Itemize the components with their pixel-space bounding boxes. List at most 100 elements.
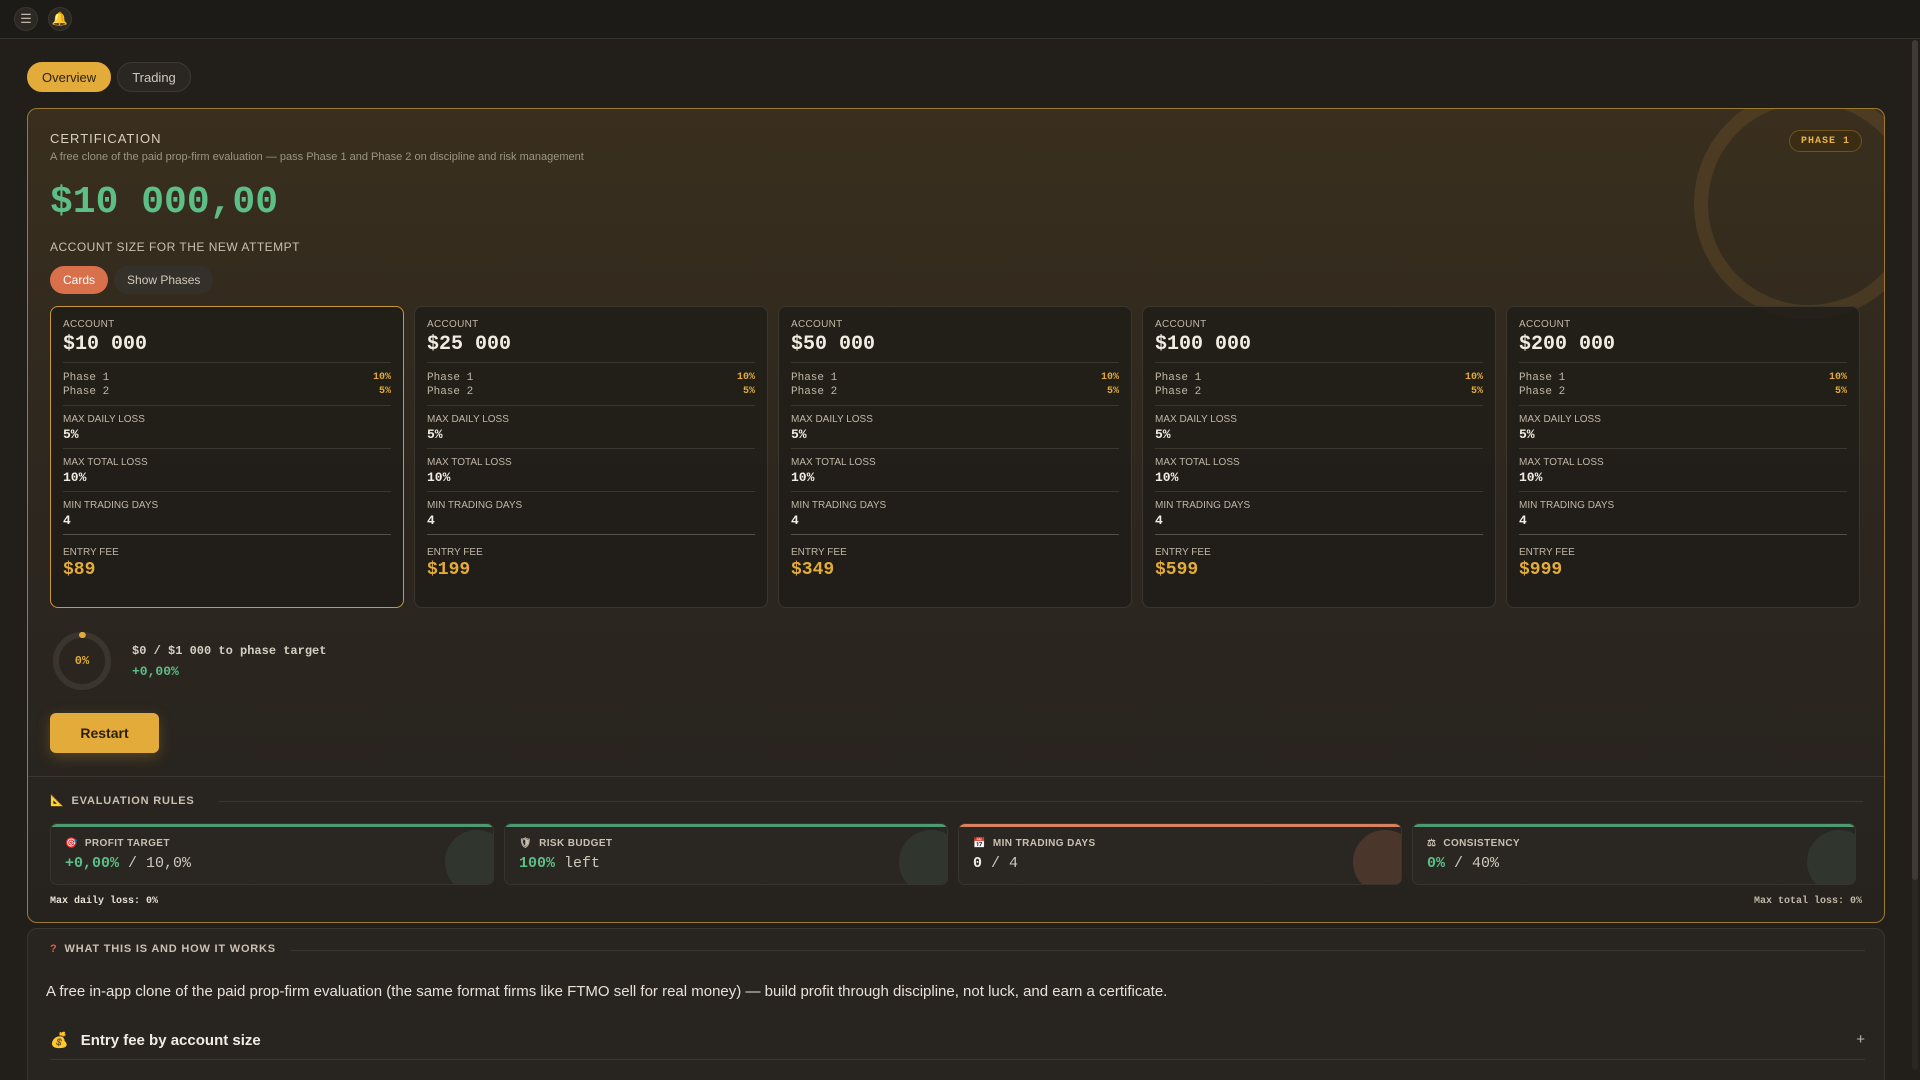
fee-label: ENTRY FEE — [791, 547, 847, 558]
ruler-icon: 📐 — [50, 795, 65, 807]
fee-label: ENTRY FEE — [63, 547, 119, 558]
card-entry-fee: ENTRY FEE $349 — [791, 535, 1119, 580]
rule-title-text: PROFIT TARGET — [84, 838, 170, 849]
stat-label: MAX DAILY LOSS — [1155, 414, 1237, 425]
rule-title-text: RISK BUDGET — [539, 838, 613, 849]
phase1-label: Phase 1 — [791, 372, 838, 384]
fee-value: $999 — [1519, 560, 1563, 580]
card-account-size: $10 000 — [63, 333, 391, 363]
stat-label: MIN TRADING DAYS — [63, 500, 159, 511]
menu-icon[interactable]: ☰ — [14, 7, 38, 31]
phase2-label: Phase 2 — [427, 386, 474, 398]
phase2-target: 5% — [742, 386, 755, 397]
account-card[interactable]: ACCOUNT $200 000 Phase 1 10% Phase 2 5% MAX DA… — [1506, 306, 1860, 608]
rule-status-bar — [51, 824, 493, 827]
top-bar: ☰ 🔔 — [0, 0, 1920, 39]
rule-current: 0 — [973, 855, 983, 872]
toggle-show-phases[interactable]: Show Phases — [114, 266, 214, 294]
how-it-works-title: WHAT THIS IS AND HOW IT WORKS — [64, 943, 276, 955]
phase2-target: 5% — [1834, 386, 1847, 397]
card-phase2-row: Phase 2 5% — [1155, 386, 1483, 406]
stat-value: 4 — [63, 513, 71, 528]
rule-limit: / 40% — [1445, 855, 1500, 872]
phase2-target: 5% — [1106, 386, 1119, 397]
expand-icon[interactable]: + — [1856, 1031, 1865, 1048]
bell-icon[interactable]: 🔔 — [48, 7, 72, 31]
stat-value: 5% — [427, 427, 443, 442]
card-min-trading-days: MIN TRADING DAYS 4 — [1519, 492, 1847, 535]
account-balance: $10 000,00 — [50, 181, 279, 224]
fee-value: $349 — [791, 560, 835, 580]
scrollbar-thumb[interactable] — [1912, 40, 1918, 880]
rule-title-text: CONSISTENCY — [1443, 838, 1521, 849]
card-label: ACCOUNT — [1519, 319, 1571, 330]
fee-value: $199 — [427, 560, 471, 580]
phase2-label: Phase 2 — [791, 386, 838, 398]
card-max-total-loss: MAX TOTAL LOSS 10% — [427, 449, 755, 492]
rule-icon: 📅 — [973, 838, 986, 849]
card-max-total-loss: MAX TOTAL LOSS 10% — [1155, 449, 1483, 492]
how-it-works-text: A free in-app clone of the paid prop-fir… — [46, 983, 1168, 1000]
rule-status-bar — [959, 824, 1401, 827]
rule-current: 100% — [519, 855, 556, 872]
phase-progress: 0% $0 / $1 000 to phase target +0,00% — [50, 629, 326, 693]
card-max-daily-loss: MAX DAILY LOSS 5% — [791, 406, 1119, 449]
stat-value: 10% — [427, 470, 451, 485]
account-size-label: ACCOUNT SIZE FOR THE NEW ATTEMPT — [50, 240, 301, 254]
stat-value: 5% — [1155, 427, 1171, 442]
card-min-trading-days: MIN TRADING DAYS 4 — [63, 492, 391, 535]
card-account-size: $50 000 — [791, 333, 1119, 363]
restart-button[interactable]: Restart — [50, 713, 159, 753]
stat-value: 5% — [791, 427, 807, 442]
fee-value: $599 — [1155, 560, 1199, 580]
phase1-target: 10% — [1464, 372, 1483, 383]
card-account-size: $200 000 — [1519, 333, 1847, 363]
toggle-cards[interactable]: Cards — [50, 266, 109, 294]
card-phase1-row: Phase 1 10% — [1155, 372, 1483, 384]
how-it-works-panel: ? WHAT THIS IS AND HOW IT WORKS A free i… — [27, 928, 1885, 1080]
card-entry-fee: ENTRY FEE $599 — [1155, 535, 1483, 580]
account-cards: ACCOUNT $10 000 Phase 1 10% Phase 2 5% MAX DAI… — [50, 306, 1860, 608]
card-max-daily-loss: MAX DAILY LOSS 5% — [1155, 406, 1483, 449]
card-phase2-row: Phase 2 5% — [791, 386, 1119, 406]
phase2-label: Phase 2 — [63, 386, 110, 398]
stat-label: MAX DAILY LOSS — [1519, 414, 1601, 425]
evaluation-rules-title: EVALUATION RULES — [71, 794, 195, 807]
accordion-entry-fee[interactable]: 💰 Entry fee by account size + — [50, 1031, 1865, 1060]
rule-title: 🎯 PROFIT TARGET — [65, 838, 479, 849]
card-entry-fee: ENTRY FEE $199 — [427, 535, 755, 580]
account-card[interactable]: ACCOUNT $10 000 Phase 1 10% Phase 2 5% MAX DAI… — [50, 306, 404, 608]
card-min-trading-days: MIN TRADING DAYS 4 — [1155, 492, 1483, 535]
phase1-label: Phase 1 — [63, 372, 110, 384]
stat-value: 4 — [1155, 513, 1163, 528]
rule-title: 🛡 RISK BUDGET — [519, 838, 933, 849]
tab-trading[interactable]: Trading — [117, 62, 191, 92]
stat-value: 10% — [1155, 470, 1179, 485]
money-bag-icon: 💰 — [50, 1032, 69, 1049]
rule-value: 0% / 40% — [1427, 855, 1841, 872]
tab-overview[interactable]: Overview — [27, 62, 112, 92]
rule-status-bar — [1413, 824, 1855, 827]
card-max-total-loss: MAX TOTAL LOSS 10% — [791, 449, 1119, 492]
progress-donut: 0% — [50, 629, 114, 693]
account-card[interactable]: ACCOUNT $50 000 Phase 1 10% Phase 2 5% MAX DAI… — [778, 306, 1132, 608]
stat-value: 10% — [791, 470, 815, 485]
certification-title: CERTIFICATION — [50, 131, 162, 146]
fee-label: ENTRY FEE — [427, 547, 483, 558]
progress-percent: 0% — [74, 654, 90, 668]
rule-status-bar — [505, 824, 947, 827]
phase2-target: 5% — [1470, 386, 1483, 397]
phase1-label: Phase 1 — [1519, 372, 1566, 384]
stat-value: 10% — [1519, 470, 1543, 485]
card-phase2-row: Phase 2 5% — [427, 386, 755, 406]
stat-label: MAX DAILY LOSS — [427, 414, 509, 425]
card-phase1-row: Phase 1 10% — [1519, 372, 1847, 384]
card-label: ACCOUNT — [1155, 319, 1207, 330]
divider — [290, 950, 1865, 951]
account-card[interactable]: ACCOUNT $100 000 Phase 1 10% Phase 2 5% MAX DA… — [1142, 306, 1496, 608]
account-card[interactable]: ACCOUNT $25 000 Phase 1 10% Phase 2 5% MAX DAI… — [414, 306, 768, 608]
phase1-target: 10% — [372, 372, 391, 383]
rule-limit: left — [555, 855, 601, 872]
stat-label: MIN TRADING DAYS — [791, 500, 887, 511]
question-icon: ? — [50, 943, 58, 955]
